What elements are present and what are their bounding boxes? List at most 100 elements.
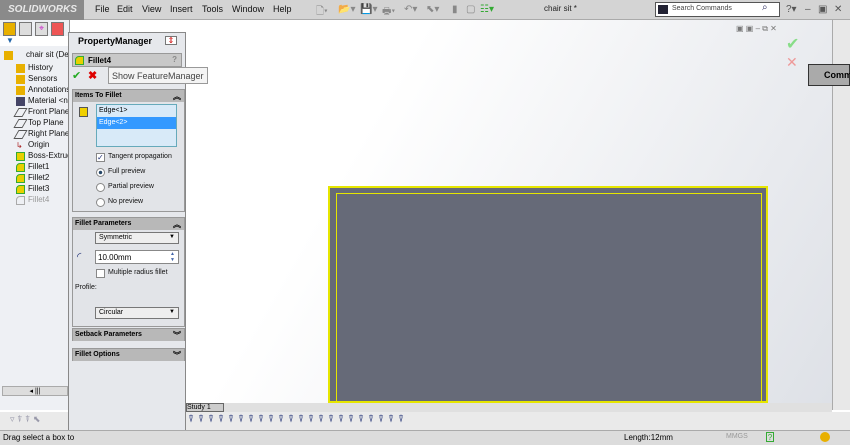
cancel-button[interactable]: ✖ [88, 69, 97, 82]
filter-icon[interactable]: ▼ [0, 36, 69, 46]
units-selector[interactable]: MMGS [726, 433, 748, 440]
configurationmanager-tab[interactable]: ⌖ [35, 22, 48, 36]
study-tab[interactable]: Study 1 [186, 403, 224, 412]
undo-icon[interactable]: ↶▾ [404, 4, 417, 15]
show-featuremanager-tooltip: Show FeatureManager [108, 67, 208, 84]
print-icon[interactable]: 🖶▾ [382, 4, 395, 21]
tree-item-fillet3[interactable]: Fillet3 [0, 184, 49, 195]
tree-item-fillet4[interactable]: Fillet4 [0, 195, 49, 206]
edge-selection-list[interactable]: Edge<1> Edge<2> [96, 104, 177, 147]
tree-item-boss-extrude[interactable]: Boss-Extrud [0, 151, 72, 162]
save-icon[interactable]: 💾▾ [360, 4, 377, 15]
close-icon[interactable]: ✕ [834, 4, 842, 15]
edge-list-item[interactable]: Edge<1> [97, 105, 176, 117]
minimize-icon[interactable]: – [805, 4, 811, 15]
full-preview-radio[interactable] [96, 168, 105, 177]
confirm-corner-cancel-icon[interactable]: ✕ [786, 54, 798, 71]
menu-insert[interactable]: Insert [170, 4, 193, 14]
fillet-options-section[interactable]: Fillet Options ︾ [72, 348, 185, 361]
propertymanager-tab[interactable] [19, 22, 32, 36]
fillet-options-header[interactable]: Fillet Options ︾ [73, 349, 184, 361]
no-preview-radio[interactable] [96, 198, 105, 207]
menu-window[interactable]: Window [232, 4, 264, 14]
collapse-icon[interactable]: ︽ [173, 219, 181, 230]
multiple-radius-label: Multiple radius fillet [108, 269, 168, 276]
tree-root[interactable]: chair sit (De [0, 50, 69, 61]
tree-item-label: Right Plane [28, 129, 70, 138]
feature-name: Fillet4 [88, 56, 112, 65]
rebuild-icon[interactable]: ▮ [452, 4, 458, 15]
tree-item-front-plane[interactable]: Front Plane [0, 107, 69, 118]
maximize-icon[interactable]: ▣ [818, 4, 827, 15]
new-document-icon[interactable]: 🗋▾ [316, 4, 328, 21]
horizontal-scrollbar[interactable]: ◂ ||| [2, 386, 68, 396]
items-to-fillet-section: Items To Fillet ︽ Edge<1> Edge<2> ✓ Tange… [72, 89, 185, 212]
edge-selection-icon [79, 107, 88, 117]
no-preview-label: No preview [108, 198, 144, 205]
fillet-icon [75, 56, 84, 65]
menu-tools[interactable]: Tools [202, 4, 223, 14]
tree-item-label: Top Plane [28, 118, 64, 127]
expand-icon[interactable]: ︾ [173, 350, 181, 361]
open-icon[interactable]: 📂▾ [338, 4, 355, 15]
file-properties-icon[interactable]: ▢ [466, 4, 475, 15]
fillet-parameters-section: Fillet Parameters ︽ Symmetric ◜ 10.00mm ▲… [72, 217, 185, 327]
tree-item-origin[interactable]: ↳ Origin [0, 140, 49, 151]
tree-root-label: chair sit (De [26, 50, 69, 59]
tree-item-history[interactable]: History [0, 63, 53, 74]
tree-item-fillet2[interactable]: Fillet2 [0, 173, 49, 184]
options-icon[interactable]: ☷▾ [480, 4, 494, 15]
selection-filter-icons[interactable]: ⍒⍒⍒⍒⍒⍒⍒⍒⍒⍒⍒⍒⍒⍒⍒⍒⍒⍒⍒⍒⍒⍒ [188, 414, 408, 425]
setback-parameters-section[interactable]: Setback Parameters ︾ [72, 328, 185, 341]
menu-view[interactable]: View [142, 4, 161, 14]
status-bar: Drag select a box to Length:12mm MMGS ? [0, 430, 850, 445]
help-icon[interactable]: ? [172, 55, 177, 64]
tree-item-annotations[interactable]: Annotations [0, 85, 70, 96]
multiple-radius-checkbox[interactable] [96, 269, 105, 278]
featuremanager-tab[interactable] [3, 22, 16, 36]
tree-item-sensors[interactable]: Sensors [0, 74, 57, 85]
commandmanager-tooltip: Comm [808, 64, 850, 86]
tree-item-fillet1[interactable]: Fillet1 [0, 162, 49, 173]
show-featuremanager-icon[interactable]: ⇕ [165, 36, 177, 45]
tangent-propagation-label: Tangent propagation [108, 153, 172, 160]
notification-icon[interactable] [820, 432, 830, 442]
feature-manager-tree: ▼ chair sit (De History Sensors Annotati… [0, 20, 72, 410]
profile-dropdown[interactable]: Circular [95, 307, 179, 319]
help-icon[interactable]: ?▾ [786, 4, 797, 15]
items-to-fillet-header[interactable]: Items To Fillet ︽ [73, 90, 184, 102]
rebuild-status-icon[interactable]: ? [766, 432, 774, 442]
tree-item-right-plane[interactable]: Right Plane [0, 129, 69, 140]
tree-item-top-plane[interactable]: Top Plane [0, 118, 64, 129]
radius-input[interactable]: 10.00mm [95, 250, 179, 264]
tree-item-material[interactable]: Material <n [0, 96, 68, 107]
fillet-parameters-header[interactable]: Fillet Parameters ︽ [73, 218, 184, 230]
collapse-icon[interactable]: ︽ [173, 91, 181, 102]
section-title: Setback Parameters [75, 331, 142, 338]
document-title: chair sit * [544, 4, 577, 13]
expand-icon[interactable]: ︾ [173, 330, 181, 341]
ok-button[interactable]: ✔ [72, 69, 81, 82]
profile-label: Profile: [75, 284, 97, 291]
edge-list-item-selected[interactable]: Edge<2> [97, 117, 176, 129]
part-icon [4, 51, 13, 60]
partial-preview-radio[interactable] [96, 183, 105, 192]
radius-spinner[interactable]: ▲ ▼ [170, 251, 175, 263]
study-tab-bar [186, 403, 832, 412]
display-manager-tab[interactable] [51, 22, 64, 36]
viewport-window-controls[interactable]: ▣ ▣ – ⧉ ✕ [736, 24, 777, 34]
tree-item-label: Fillet3 [28, 184, 50, 193]
setback-parameters-header[interactable]: Setback Parameters ︾ [73, 329, 184, 341]
menu-file[interactable]: File [95, 4, 110, 14]
partial-preview-label: Partial preview [108, 183, 154, 190]
confirm-corner-ok-icon[interactable]: ✔ [786, 34, 799, 54]
fillet-edge[interactable] [336, 193, 762, 403]
select-icon[interactable]: ⬉▾ [426, 4, 439, 15]
fillet-type-dropdown[interactable]: Symmetric [95, 232, 179, 244]
section-title: Fillet Options [75, 351, 120, 358]
tangent-propagation-checkbox[interactable]: ✓ [96, 153, 105, 162]
menu-edit[interactable]: Edit [117, 4, 133, 14]
filter-toolbar-left[interactable]: ▿ ⍒ ⍒ ⬉ [0, 412, 68, 430]
search-icon[interactable]: ⌕ [762, 2, 768, 13]
menu-help[interactable]: Help [273, 4, 292, 14]
